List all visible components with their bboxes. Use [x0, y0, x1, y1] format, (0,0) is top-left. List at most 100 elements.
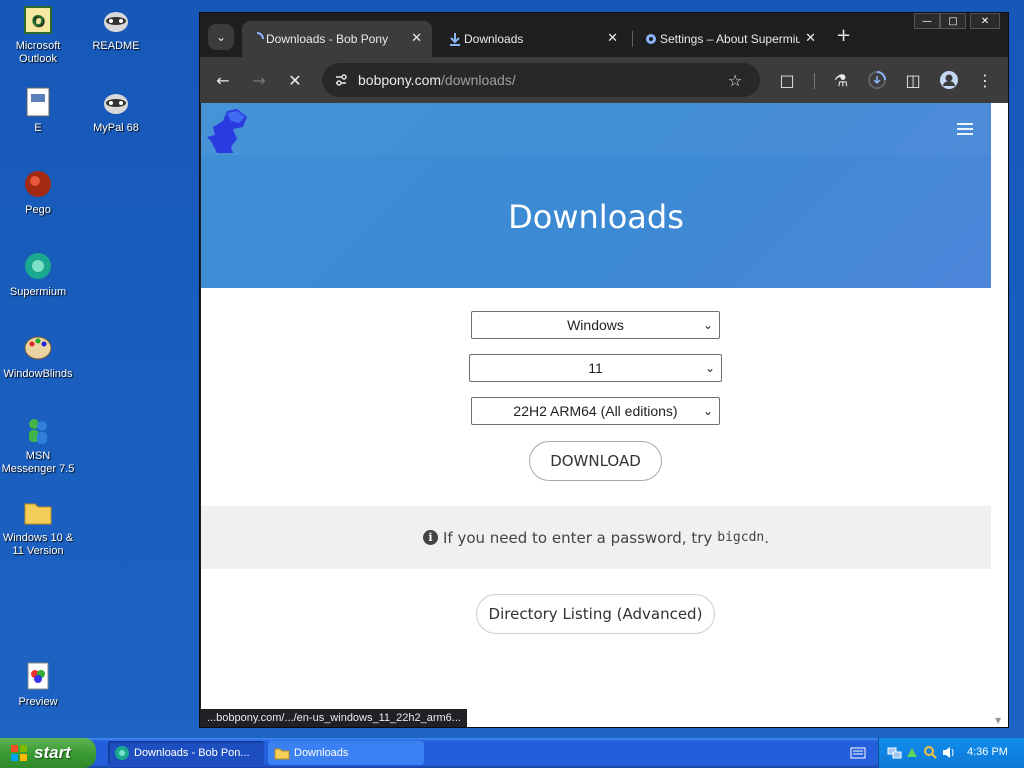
desktop-icon-readme[interactable]: README [78, 4, 154, 53]
preview-icon [27, 662, 49, 690]
link-status-bar: ...bobpony.com/.../en-us_windows_11_22h2… [201, 709, 467, 727]
keyboard-icon[interactable] [850, 746, 866, 760]
puzzle-icon: □ [779, 70, 795, 90]
downloads-progress-button[interactable] [866, 69, 888, 91]
arrow-right-icon: → [252, 70, 266, 90]
desktop-icon-outlook[interactable]: O Microsoft Outlook [0, 4, 76, 66]
bookmark-star-button[interactable]: ☆ [724, 69, 746, 91]
web-page: Downloads Windows ⌄ 11 ⌄ 22H2 ARM64 (All… [201, 103, 991, 727]
close-icon[interactable]: ✕ [805, 30, 816, 46]
page-title: Downloads [508, 198, 684, 236]
raccoon-icon [104, 12, 128, 32]
menu-button[interactable]: ⋮ [974, 69, 996, 91]
windows-flag-icon [11, 745, 27, 761]
taskbar-item-downloads-folder[interactable]: Downloads [268, 741, 424, 765]
new-tab-button[interactable]: + [836, 27, 851, 45]
hamburger-menu-icon[interactable] [957, 123, 973, 135]
browser-window: ⌄ Downloads - Bob Pony ✕ Downloads ✕ Set… [199, 12, 1009, 728]
msn-messenger-icon [29, 419, 47, 444]
desktop-icon-supermium[interactable]: Supermium [0, 250, 76, 299]
close-icon[interactable]: ✕ [411, 30, 422, 46]
search-icon[interactable] [923, 745, 938, 760]
back-button[interactable]: ← [212, 69, 234, 91]
hero-banner: Downloads [201, 103, 991, 288]
system-tray: 4:36 PM [878, 738, 1024, 768]
volume-icon[interactable] [941, 745, 956, 760]
close-icon[interactable]: ✕ [607, 30, 618, 46]
clock[interactable]: 4:36 PM [967, 746, 1008, 758]
taskbar-item-browser[interactable]: Downloads - Bob Pon... [108, 741, 264, 765]
tab-title: Downloads [464, 32, 524, 46]
supermium-icon [25, 253, 51, 279]
tab-title: Settings – About Supermium [660, 32, 800, 46]
network-icon[interactable] [887, 745, 902, 760]
arrow-left-icon: ← [216, 70, 230, 90]
os-select-value: Windows [567, 317, 624, 333]
extensions-button[interactable]: □ [776, 69, 798, 91]
minimize-button[interactable]: — [914, 13, 940, 29]
directory-listing-button[interactable]: Directory Listing (Advanced) [476, 594, 715, 634]
desktop-icon-e[interactable]: E [0, 86, 76, 135]
desktop-icon-label: Supermium [9, 286, 67, 298]
url-path: /downloads/ [441, 72, 516, 88]
os-select[interactable]: Windows ⌄ [471, 311, 720, 339]
tab-search-button[interactable]: ⌄ [208, 24, 234, 50]
safely-remove-icon[interactable] [905, 745, 920, 760]
svg-text:O: O [32, 13, 44, 30]
password-notice: i If you need to enter a password, try b… [201, 506, 991, 569]
edition-select[interactable]: 22H2 ARM64 (All editions) ⌄ [471, 397, 720, 425]
taskbar-item-label: Downloads [294, 747, 349, 759]
desktop-icon-label: README [92, 40, 140, 52]
notice-text: If you need to enter a password, try [442, 528, 713, 547]
toolbar-separator [814, 73, 815, 89]
star-icon: ☆ [727, 70, 743, 90]
download-button[interactable]: DOWNLOAD [529, 441, 662, 481]
close-icon: ✕ [288, 70, 302, 90]
page-scrollbar[interactable]: ▼ [991, 103, 1008, 727]
maximize-button[interactable]: □ [940, 13, 966, 29]
folder-icon [274, 748, 290, 760]
desktop-icon-windowblinds[interactable]: WindowBlinds [0, 332, 76, 381]
tab-downloads-bob-pony[interactable]: Downloads - Bob Pony ✕ [242, 21, 432, 57]
profile-avatar-icon [940, 71, 958, 89]
download-icon [450, 33, 460, 46]
desktop-icon-msn[interactable]: MSN Messenger 7.5 [0, 414, 76, 476]
start-button[interactable]: start [0, 738, 96, 768]
chevron-down-icon: ⌄ [215, 30, 227, 44]
kebab-menu-icon: ⋮ [977, 70, 993, 90]
desktop-icon-label: MSN Messenger 7.5 [1, 450, 75, 475]
edition-select-value: 22H2 ARM64 (All editions) [513, 403, 678, 419]
desktop-icon-win-version[interactable]: Windows 10 & 11 Version [0, 496, 76, 558]
document-icon [26, 87, 50, 117]
forward-button[interactable]: → [248, 69, 270, 91]
site-info-icon[interactable] [334, 73, 348, 87]
desktop-icon-label: Microsoft Outlook [15, 40, 61, 65]
profile-button[interactable] [938, 69, 960, 91]
desktop-icon-label: Windows 10 & 11 Version [2, 532, 74, 557]
taskbar-item-label: Downloads - Bob Pon... [134, 747, 250, 759]
chevron-down-icon: ⌄ [702, 404, 713, 418]
tab-settings[interactable]: Settings – About Supermium ✕ [636, 21, 826, 57]
side-panel-button[interactable]: ◫ [902, 69, 924, 91]
raccoon-icon [104, 94, 128, 114]
stop-button[interactable]: ✕ [284, 69, 306, 91]
tab-downloads[interactable]: Downloads ✕ [440, 21, 628, 57]
supermium-icon [115, 746, 129, 760]
desktop-icon-label: MyPal 68 [93, 122, 139, 134]
site-header [201, 103, 991, 155]
desktop-icon-label: Preview [18, 696, 58, 708]
desktop-icon-pego[interactable]: Pego [0, 168, 76, 217]
close-window-button[interactable]: ✕ [970, 13, 1000, 29]
desktop-icon-mypal[interactable]: MyPal 68 [78, 86, 154, 135]
browser-toolbar: ← → ✕ bobpony.com/downloads/ ☆ □ ⚗ ◫ ⋮ [200, 57, 1008, 103]
version-select[interactable]: 11 ⌄ [469, 354, 722, 382]
address-bar[interactable]: bobpony.com/downloads/ ☆ [322, 63, 760, 97]
tab-title: Downloads - Bob Pony [266, 32, 389, 46]
gear-icon [646, 34, 656, 44]
site-logo-icon[interactable] [203, 107, 249, 155]
desktop-icon-preview[interactable]: Preview [0, 660, 76, 709]
scroll-down-icon[interactable]: ▼ [995, 716, 1001, 725]
labs-button[interactable]: ⚗ [830, 69, 852, 91]
url-text: bobpony.com/downloads/ [358, 72, 516, 88]
taskbar: start Downloads - Bob Pon... Downloads 4… [0, 738, 1024, 768]
